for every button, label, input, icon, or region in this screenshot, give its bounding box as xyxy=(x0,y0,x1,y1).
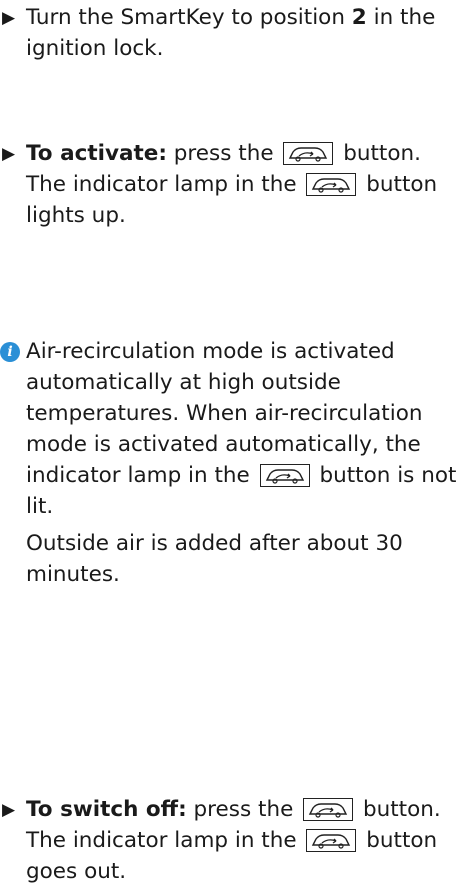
manual-page: ▶ Turn the SmartKey to position 2 in the… xyxy=(0,0,465,884)
bullet-arrow-icon: ▶ xyxy=(2,8,16,28)
info-note: i Air-recirculation mode is activated au… xyxy=(0,336,465,590)
air-recirculation-button-icon xyxy=(259,464,310,487)
step-activate: ▶ To activate: press the button. The ind… xyxy=(0,138,465,231)
step-text: press the xyxy=(186,797,301,822)
position-number: 2 xyxy=(351,5,367,30)
step-text: The indicator lamp in the xyxy=(26,172,304,197)
air-recirculation-button-icon xyxy=(303,798,354,821)
bullet-arrow-icon: ▶ xyxy=(2,800,16,820)
step-turn-key: ▶ Turn the SmartKey to position 2 in the… xyxy=(0,2,465,64)
step-text: button. xyxy=(356,797,441,822)
step-text: press the xyxy=(166,141,281,166)
note-paragraph: Air-recirculation mode is activated auto… xyxy=(26,336,465,522)
step-text: button. xyxy=(336,141,421,166)
switch-off-label: To switch off: xyxy=(26,797,187,822)
activate-label: To activate: xyxy=(26,141,167,166)
air-recirculation-button-icon xyxy=(306,173,357,196)
air-recirculation-button-icon xyxy=(306,829,357,852)
step-text: Turn the SmartKey to position xyxy=(26,5,352,30)
step-text: The indicator lamp in the xyxy=(26,828,304,853)
air-recirculation-button-icon xyxy=(283,142,334,165)
info-icon: i xyxy=(0,342,20,362)
note-paragraph: Outside air is added after about 30 minu… xyxy=(26,531,403,587)
step-switch-off: ▶ To switch off: press the button. The i… xyxy=(0,794,465,887)
bullet-arrow-icon: ▶ xyxy=(2,144,16,164)
